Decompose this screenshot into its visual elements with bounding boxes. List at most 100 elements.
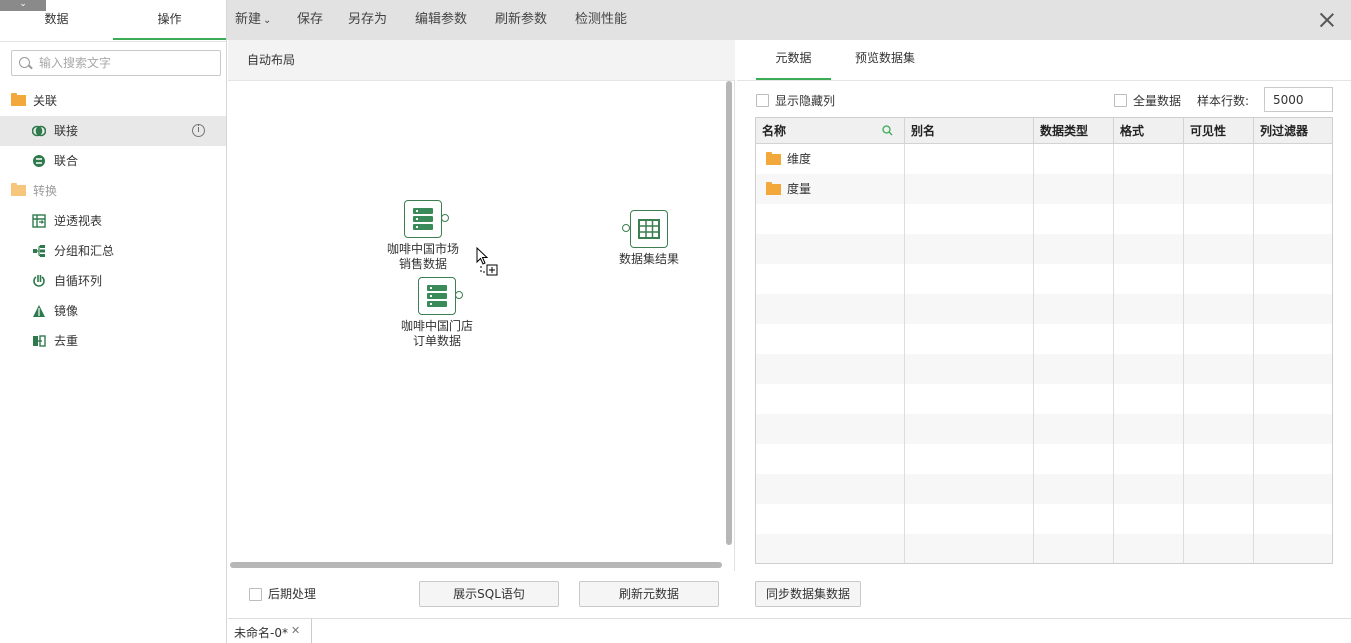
canvas-header: 自动布局 bbox=[228, 40, 735, 81]
show-sql-button[interactable]: 展示SQL语句 bbox=[419, 581, 559, 607]
column-divider bbox=[1033, 144, 1034, 563]
group-label: 关联 bbox=[33, 94, 58, 108]
op-union[interactable]: 联合 bbox=[0, 146, 226, 176]
group-transform[interactable]: 转换 bbox=[0, 176, 226, 206]
empty-row bbox=[756, 384, 1332, 414]
vertical-scrollbar[interactable] bbox=[726, 81, 732, 545]
column-header-column-filter[interactable]: 列过滤器 bbox=[1254, 118, 1332, 144]
output-port[interactable] bbox=[441, 214, 449, 222]
node-label: 咖啡中国市场 销售数据 bbox=[386, 242, 459, 271]
tab-preview-dataset[interactable]: 预览数据集 bbox=[845, 40, 925, 80]
all-data-label: 全量数据 bbox=[1133, 94, 1182, 108]
row-name: 度量 bbox=[787, 182, 812, 196]
left-panel: 数据 操作 ⌄ 关联 联接 i 联合 转换 逆透视 bbox=[0, 0, 227, 643]
collapse-toggle-icon[interactable]: ⌄ bbox=[0, 0, 46, 11]
empty-row bbox=[756, 414, 1332, 444]
self-loop-icon bbox=[33, 275, 45, 287]
empty-row bbox=[756, 354, 1332, 384]
node-label: 咖啡中国门店 订单数据 bbox=[400, 319, 473, 348]
op-label: 镜像 bbox=[54, 304, 79, 318]
op-mirror[interactable]: 镜像 bbox=[0, 296, 226, 326]
op-join[interactable]: 联接 i bbox=[0, 116, 226, 146]
edit-params-button[interactable]: 编辑参数 bbox=[415, 0, 467, 40]
auto-layout-button[interactable]: 自动布局 bbox=[247, 40, 295, 81]
search-icon[interactable] bbox=[882, 125, 893, 136]
flow-canvas[interactable]: 咖啡中国市场 销售数据 咖啡中国门店 订单数据 数据集结果 bbox=[228, 81, 735, 571]
empty-row bbox=[756, 504, 1332, 534]
metadata-table: 名称 别名 数据类型 格式 可见性 列过滤器 维度 度量 bbox=[755, 117, 1333, 564]
empty-row bbox=[756, 444, 1332, 474]
save-as-button[interactable]: 另存为 bbox=[348, 0, 387, 40]
check-performance-button[interactable]: 检测性能 bbox=[575, 0, 627, 40]
unpivot-icon bbox=[32, 214, 46, 228]
tab-operations[interactable]: 操作 bbox=[113, 0, 226, 40]
group-label: 转换 bbox=[33, 184, 58, 198]
column-divider bbox=[904, 144, 905, 563]
table-row[interactable]: 维度 bbox=[756, 144, 1332, 174]
tab-bar-divider bbox=[312, 618, 1351, 619]
document-tab[interactable]: 未命名-0* ✕ bbox=[228, 618, 312, 643]
op-label: 分组和汇总 bbox=[54, 244, 115, 258]
empty-row bbox=[756, 474, 1332, 504]
table-icon bbox=[630, 210, 668, 248]
op-label: 联接 bbox=[54, 124, 79, 138]
new-button[interactable]: 新建 ⌄ bbox=[235, 0, 271, 40]
sample-rows-input[interactable] bbox=[1264, 87, 1333, 112]
refresh-params-button[interactable]: 刷新参数 bbox=[495, 0, 547, 40]
database-icon bbox=[404, 200, 442, 238]
op-label: 自循环列 bbox=[54, 274, 103, 288]
op-unpivot[interactable]: 逆透视表 bbox=[0, 206, 226, 236]
op-group-aggregate[interactable]: 分组和汇总 bbox=[0, 236, 226, 266]
refresh-metadata-button[interactable]: 刷新元数据 bbox=[579, 581, 719, 607]
column-divider bbox=[1113, 144, 1114, 563]
close-icon[interactable]: ✕ bbox=[291, 624, 300, 637]
column-header-format[interactable]: 格式 bbox=[1114, 118, 1184, 144]
node-label: 数据集结果 bbox=[618, 252, 679, 266]
folder-open-icon bbox=[11, 183, 26, 196]
column-header-alias[interactable]: 别名 bbox=[905, 118, 1034, 144]
show-hidden-checkbox[interactable] bbox=[756, 94, 769, 107]
top-toolbar: 新建 ⌄ 保存 另存为 编辑参数 刷新参数 检测性能 bbox=[227, 0, 1351, 40]
empty-row bbox=[756, 294, 1332, 324]
column-divider bbox=[1253, 144, 1254, 563]
show-hidden-label: 显示隐藏列 bbox=[775, 94, 836, 108]
dedupe-icon bbox=[33, 335, 46, 347]
chevron-down-icon: ⌄ bbox=[263, 15, 272, 26]
group-relation[interactable]: 关联 bbox=[0, 86, 226, 116]
search-box bbox=[11, 50, 221, 76]
table-row[interactable]: 度量 bbox=[756, 174, 1332, 204]
save-button[interactable]: 保存 bbox=[297, 0, 323, 40]
tab-metadata[interactable]: 元数据 bbox=[756, 40, 831, 80]
horizontal-scrollbar[interactable] bbox=[230, 562, 722, 568]
close-icon[interactable] bbox=[1319, 12, 1335, 28]
column-header-name[interactable]: 名称 bbox=[756, 118, 905, 144]
search-icon bbox=[19, 57, 30, 68]
folder-open-icon bbox=[766, 182, 781, 195]
column-header-visibility[interactable]: 可见性 bbox=[1184, 118, 1254, 144]
op-dedupe[interactable]: 去重 bbox=[0, 326, 226, 356]
output-port[interactable] bbox=[455, 291, 463, 299]
folder-open-icon bbox=[766, 152, 781, 165]
new-label: 新建 bbox=[235, 12, 262, 27]
post-process-checkbox[interactable] bbox=[249, 588, 262, 601]
cursor-drag-add-icon bbox=[476, 247, 498, 276]
search-input[interactable] bbox=[39, 54, 214, 72]
empty-row bbox=[756, 234, 1332, 264]
document-tab-label: 未命名-0* bbox=[234, 626, 288, 640]
op-label: 联合 bbox=[54, 154, 79, 168]
op-label: 去重 bbox=[54, 334, 79, 348]
input-port[interactable] bbox=[622, 224, 630, 232]
op-label: 逆透视表 bbox=[54, 214, 103, 228]
sync-dataset-button[interactable]: 同步数据集数据 bbox=[755, 581, 861, 607]
all-data-checkbox[interactable] bbox=[1114, 94, 1127, 107]
info-icon[interactable]: i bbox=[192, 124, 205, 137]
union-icon bbox=[33, 155, 45, 167]
column-header-datatype[interactable]: 数据类型 bbox=[1034, 118, 1114, 144]
post-process-label: 后期处理 bbox=[268, 587, 317, 601]
empty-row bbox=[756, 264, 1332, 294]
op-self-loop[interactable]: 自循环列 bbox=[0, 266, 226, 296]
database-icon bbox=[418, 277, 456, 315]
canvas-footer: 后期处理 展示SQL语句 刷新元数据 bbox=[228, 571, 735, 617]
join-icon bbox=[32, 125, 46, 137]
group-aggregate-icon bbox=[33, 245, 45, 257]
